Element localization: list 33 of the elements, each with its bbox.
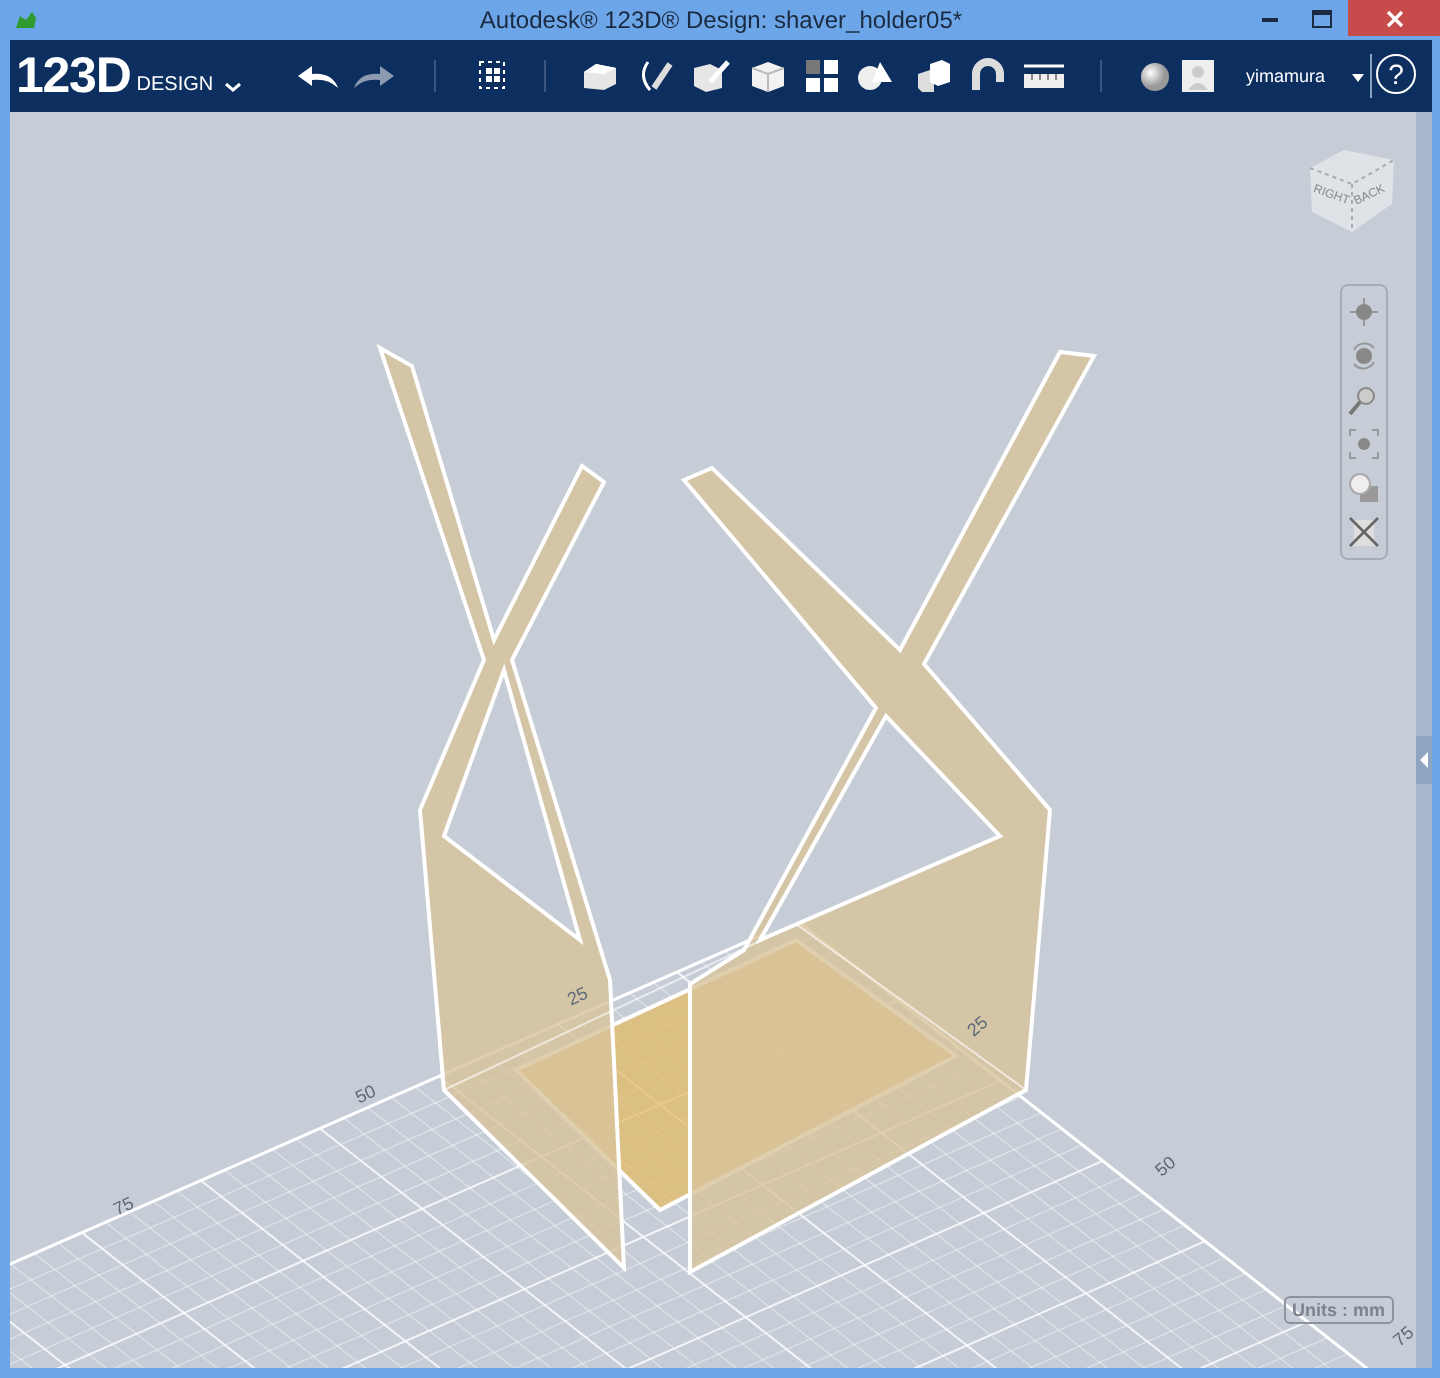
cube-pencil-icon[interactable] [690, 58, 730, 94]
username[interactable]: yimamura [1246, 64, 1326, 91]
app-menu-button[interactable]: 123D DESIGN [16, 51, 242, 101]
pencil-curve-icon[interactable] [636, 58, 676, 94]
magnet-icon[interactable] [968, 58, 1008, 94]
help-button[interactable]: ? [1376, 54, 1416, 94]
close-button[interactable] [1348, 0, 1440, 36]
ruler-icon[interactable] [1022, 62, 1066, 90]
grid-label: 50 [1152, 1153, 1180, 1181]
redo-icon[interactable] [352, 62, 396, 90]
crossed-box-icon[interactable] [1348, 516, 1380, 548]
grid-squares-icon[interactable] [804, 58, 840, 94]
close-icon [1385, 9, 1403, 27]
zoom-icon[interactable] [1348, 384, 1380, 416]
grid-label: 75 [111, 1194, 137, 1220]
minimize-icon [1262, 15, 1278, 21]
caret-icon[interactable] [1352, 74, 1364, 82]
grid-label: 50 [353, 1082, 379, 1108]
box-shape-icon[interactable] [580, 60, 620, 92]
grid-label: 75 [1390, 1323, 1416, 1351]
cube-icon[interactable] [748, 58, 788, 94]
chevron-icon [223, 81, 242, 91]
panel-toggle-icon[interactable] [1416, 736, 1432, 784]
window-title: Autodesk® 123D® Design: shaver_holder05* [479, 6, 963, 34]
units-label: Units : mm [1284, 1296, 1394, 1324]
maximize-icon [1312, 9, 1332, 27]
undo-icon[interactable] [296, 62, 340, 90]
grid-label: 25 [565, 984, 591, 1010]
two-cubes-icon[interactable] [914, 58, 954, 94]
shapes-group-icon[interactable] [856, 58, 896, 94]
grid-label: 25 [964, 1013, 992, 1041]
app-icon [14, 10, 38, 30]
sphere-icon[interactable] [1140, 62, 1170, 92]
